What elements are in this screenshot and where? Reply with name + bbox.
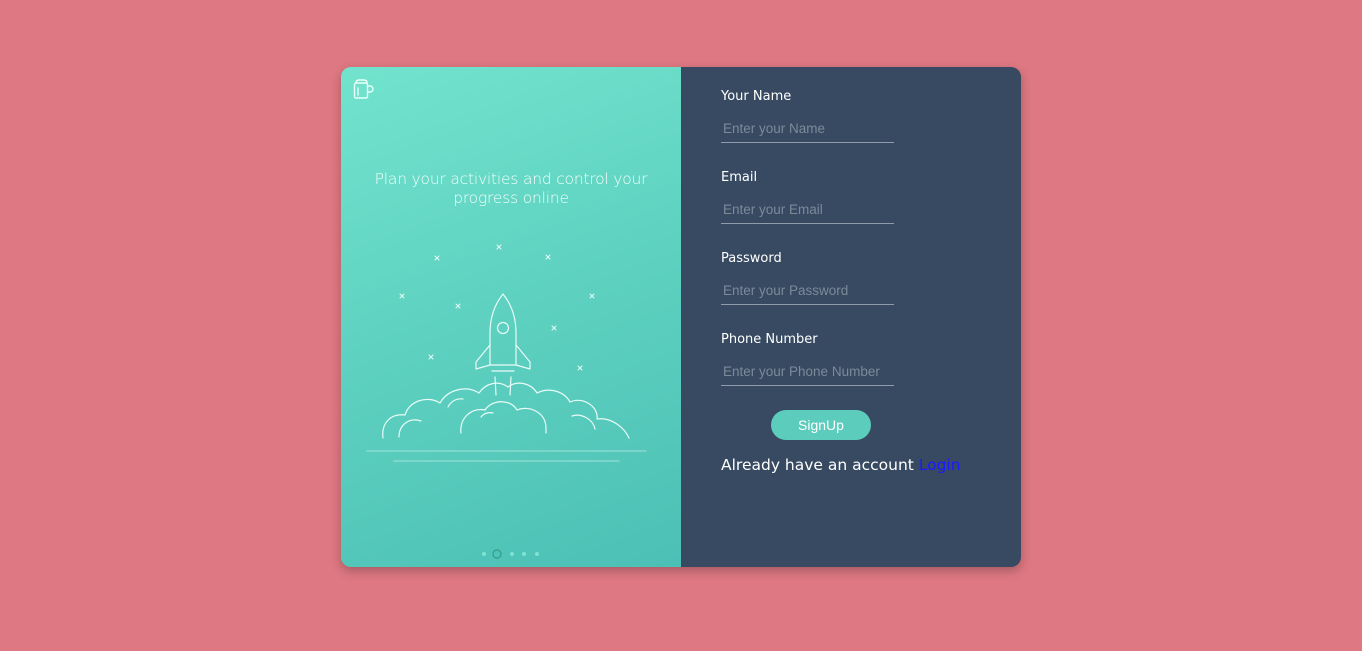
signup-form-panel: Your Name Email Password Phone Number Si… (681, 67, 1021, 567)
cloud-icon (382, 382, 630, 439)
cup-icon (353, 79, 374, 99)
rocket-launch-illustration (366, 244, 647, 462)
hero-tagline: Plan your activities and control your pr… (374, 170, 648, 207)
email-input[interactable] (721, 196, 894, 224)
name-input[interactable] (721, 115, 894, 143)
rocket-icon (475, 293, 531, 396)
email-field: Email (721, 170, 894, 224)
signup-button[interactable]: SignUp (771, 410, 871, 440)
password-input[interactable] (721, 277, 894, 305)
hero-panel: Plan your activities and control your pr… (341, 67, 681, 567)
login-prompt: Already have an account Login (721, 456, 961, 474)
login-link[interactable]: Login (919, 456, 961, 474)
phone-field: Phone Number (721, 332, 894, 386)
phone-label: Phone Number (721, 332, 818, 347)
star-icon (399, 244, 595, 371)
email-label: Email (721, 170, 758, 185)
already-account-text: Already have an account (721, 456, 914, 474)
name-label: Your Name (721, 89, 792, 104)
password-field: Password (721, 251, 894, 305)
carousel-dots[interactable] (479, 548, 543, 560)
password-label: Password (721, 251, 782, 266)
phone-input[interactable] (721, 358, 894, 386)
signup-card: Plan your activities and control your pr… (341, 67, 1021, 567)
name-field: Your Name (721, 89, 894, 143)
